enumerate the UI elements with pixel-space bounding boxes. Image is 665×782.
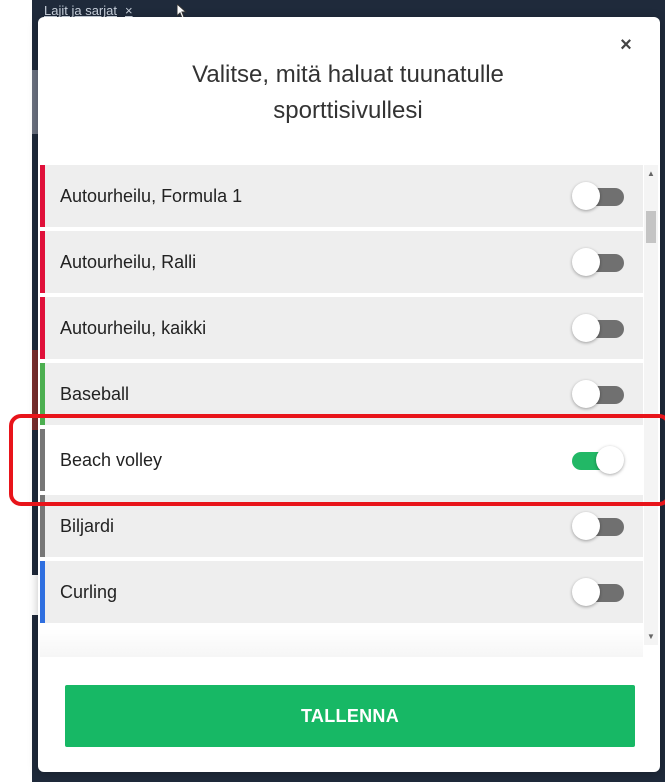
list-item-label: Beach volley	[60, 450, 163, 470]
list-scrollbar[interactable]: ▲ ▼	[644, 165, 658, 645]
list-item[interactable]: Autourheilu, Formula 1	[40, 165, 643, 229]
category-color-bar	[40, 429, 45, 491]
save-button[interactable]: TALLENNA	[65, 685, 635, 747]
list-item-label: Autourheilu, kaikki	[60, 318, 207, 338]
toggle-switch[interactable]	[572, 512, 624, 540]
customize-sports-dialog: × Valitse, mitä haluat tuunatulle sportt…	[38, 17, 660, 772]
scroll-down-icon[interactable]: ▼	[647, 632, 655, 641]
sport-list[interactable]: Autourheilu, Formula 1 Autourheilu, Rall…	[40, 165, 643, 643]
list-item[interactable]: Autourheilu, kaikki	[40, 297, 643, 361]
list-item[interactable]: Curling	[40, 561, 643, 625]
background-tab-label: Lajit ja sarjat	[44, 3, 117, 18]
dialog-title-line: Valitse, mitä haluat tuunatulle	[192, 61, 504, 88]
list-item-label: Autourheilu, Ralli	[60, 252, 197, 272]
list-item[interactable]: Beach volley	[40, 429, 643, 493]
category-color-bar	[40, 297, 45, 359]
toggle-knob	[572, 512, 600, 540]
list-fade	[40, 629, 643, 657]
dialog-title-line: sporttisivullesi	[273, 97, 423, 124]
list-item[interactable]: Autourheilu, Ralli	[40, 231, 643, 295]
toggle-switch[interactable]	[572, 380, 624, 408]
toggle-switch[interactable]	[572, 578, 624, 606]
scrollbar-thumb[interactable]	[646, 211, 656, 243]
list-item-label: Biljardi	[60, 516, 115, 536]
toggle-switch[interactable]	[572, 314, 624, 342]
list-item-label: Curling	[60, 582, 118, 602]
category-color-bar	[40, 495, 45, 557]
list-item-label: Autourheilu, Formula 1	[60, 186, 243, 206]
category-color-bar	[40, 561, 45, 623]
list-item[interactable]: Baseball	[40, 363, 643, 427]
scroll-up-icon[interactable]: ▲	[647, 169, 655, 178]
toggle-switch[interactable]	[572, 182, 624, 210]
toggle-knob	[572, 380, 600, 408]
toggle-knob	[572, 182, 600, 210]
dialog-title: Valitse, mitä haluat tuunatulle sporttis…	[128, 57, 568, 129]
category-color-bar	[40, 363, 45, 425]
toggle-knob	[596, 446, 624, 474]
toggle-knob	[572, 578, 600, 606]
close-icon[interactable]: ×	[616, 35, 636, 55]
list-item-label: Baseball	[60, 384, 130, 404]
toggle-knob	[572, 248, 600, 276]
background-tab-close-icon: ×	[124, 3, 133, 18]
toggle-switch[interactable]	[572, 446, 624, 474]
toggle-knob	[572, 314, 600, 342]
toggle-switch[interactable]	[572, 248, 624, 276]
category-color-bar	[40, 231, 45, 293]
category-color-bar	[40, 165, 45, 227]
list-item[interactable]: Biljardi	[40, 495, 643, 559]
